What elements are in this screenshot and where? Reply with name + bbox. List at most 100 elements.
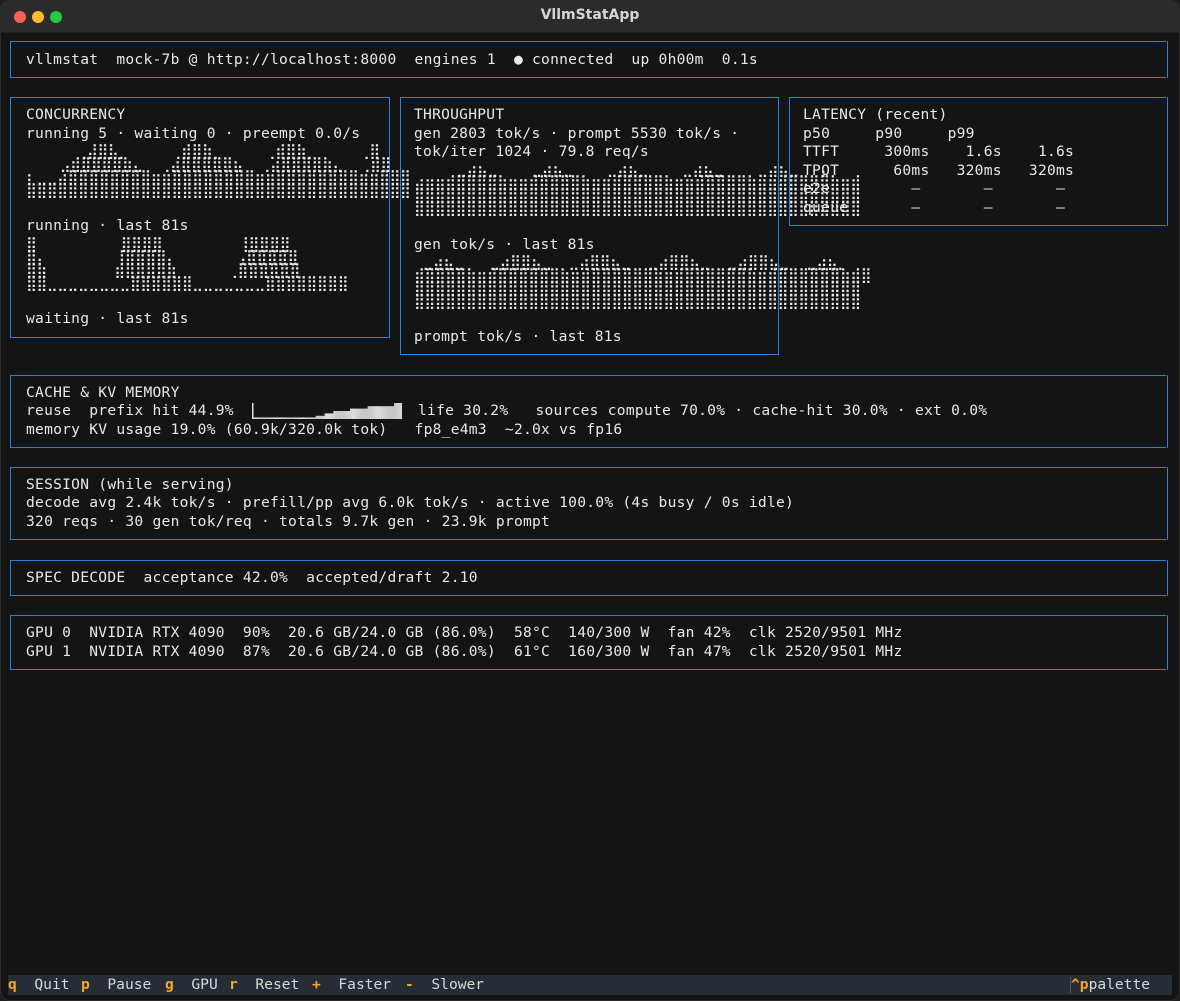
slower-label: Slower [431, 976, 485, 993]
sparkline-bar [342, 411, 344, 419]
faster-spacer [321, 976, 339, 993]
concurrency-title: CONCURRENCY [26, 106, 126, 123]
pause-spacer [90, 976, 108, 993]
gpu-binding[interactable]: g GPU [165, 976, 218, 994]
sparkline-bar [311, 417, 313, 419]
sparkline-bar [281, 417, 283, 419]
cache-reuse-details: life 30.2% sources compute 70.0% · cache… [418, 402, 988, 419]
sparkline-bar [296, 417, 298, 419]
sparkline-bar [375, 406, 377, 419]
sparkline-bar [297, 417, 299, 419]
quit-key: q [8, 976, 17, 993]
sparkline-bar [361, 408, 363, 419]
sparkline-bar [314, 417, 316, 419]
spec-decode-line: SPEC DECODE acceptance 42.0% accepted/dr… [26, 569, 478, 586]
reset-key: r [229, 976, 238, 993]
sparkline-bar [292, 417, 294, 419]
sparkline-bar [397, 403, 399, 419]
gpu-row-0: GPU 0 NVIDIA RTX 4090 90% 20.6 GB/24.0 G… [26, 624, 903, 641]
sparkline-bar [357, 408, 359, 419]
gen-graph-label: gen tok/s · last 81s [414, 236, 595, 253]
sparkline-bar [398, 403, 400, 419]
sparkline-bar [340, 411, 342, 419]
sparkline-bar [283, 417, 285, 419]
sparkline-bar [332, 413, 334, 419]
sparkline-bar [289, 417, 291, 419]
sparkline-bar [400, 403, 402, 419]
sparkline-bar [307, 417, 309, 419]
sparkline-bar [272, 417, 274, 419]
sparkline-bar [279, 417, 281, 419]
waiting-graph-label: waiting · last 81s [26, 310, 189, 327]
sparkline-bar [291, 417, 293, 419]
pause-binding[interactable]: p Pause [81, 976, 151, 994]
sparkline-bar [300, 417, 302, 419]
sparkline-bar [383, 406, 385, 419]
gpu-label: GPU [191, 976, 218, 993]
gpu-row-1: GPU 1 NVIDIA RTX 4090 87% 20.6 GB/24.0 G… [26, 643, 903, 660]
sparkline-bar [316, 415, 318, 419]
sparkline-bar [301, 417, 303, 419]
sparkline-bar [396, 403, 398, 419]
latency-row-ttft: TTFT 300ms 1.6s 1.6s [803, 143, 1075, 160]
sparkline-bar [328, 413, 330, 419]
sparkline-bar [353, 408, 355, 419]
sparkline-bar [336, 411, 338, 419]
sparkline-bar [367, 406, 369, 419]
sparkline-bar [338, 411, 340, 419]
sparkline-bar [280, 417, 282, 419]
sparkline-bar [343, 411, 345, 419]
sparkline-bar [352, 408, 354, 419]
sparkline-bar [348, 411, 350, 419]
header-panel: vllmstat mock-7b @ http://localhost:8000… [10, 41, 1168, 78]
sparkline-bar [277, 417, 279, 419]
sparkline-bar [275, 417, 277, 419]
sparkline-bar [354, 408, 356, 419]
sparkline-bar [386, 406, 388, 419]
palette-key: ^p [1071, 976, 1089, 993]
latency-row-queue: queue – – – [803, 199, 1066, 216]
sparkline-bar [382, 406, 384, 419]
sparkline-bar [302, 417, 304, 419]
sparkline-bar [255, 417, 257, 419]
prefix-hit-sparkline [252, 403, 402, 419]
sparkline-bar [274, 417, 276, 419]
sparkline-bar [329, 413, 331, 419]
sparkline-bar [391, 406, 393, 419]
sparkline-bar [380, 406, 382, 419]
gpu-key: g [165, 976, 174, 993]
faster-binding[interactable]: + Faster [312, 976, 391, 994]
command-palette-binding[interactable]: ^ppalette [1071, 976, 1150, 994]
sparkline-bar [319, 415, 321, 419]
sparkline-bar [341, 411, 343, 419]
sparkline-bar [268, 417, 270, 419]
quit-binding[interactable]: q Quit [8, 976, 70, 994]
sparkline-bar [331, 413, 333, 419]
sparkline-bar [356, 408, 358, 419]
sparkline-bar [278, 417, 280, 419]
sparkline-bar [388, 406, 390, 419]
sparkline-bar [257, 417, 259, 419]
sparkline-bar [350, 408, 352, 419]
window-title: VllmStatApp [540, 7, 640, 23]
sparkline-bar [322, 415, 324, 419]
sparkline-bar [362, 408, 364, 419]
sparkline-bar [270, 417, 272, 419]
slower-binding[interactable]: - Slower [405, 976, 484, 994]
sparkline-bar [364, 408, 366, 419]
sparkline-bar [254, 417, 256, 419]
header-status-line: vllmstat mock-7b @ http://localhost:8000… [26, 51, 758, 68]
sparkline-bar [308, 417, 310, 419]
sparkline-bar [379, 406, 381, 419]
sparkline-bar [310, 417, 312, 419]
sparkline-bar [371, 406, 373, 419]
slower-spacer [414, 976, 432, 993]
reset-binding[interactable]: r Reset [229, 976, 299, 994]
session-title: SESSION (while serving) [26, 476, 234, 493]
quit-label-text: Quit [34, 976, 70, 993]
latency-row-e2e: e2e – – – [803, 180, 1066, 197]
sparkline-bar [317, 415, 319, 419]
sparkline-bar [261, 417, 263, 419]
sparkline-bar [312, 417, 314, 419]
concurrency-summary: running 5 · waiting 0 · preempt 0.0/s [26, 125, 361, 142]
